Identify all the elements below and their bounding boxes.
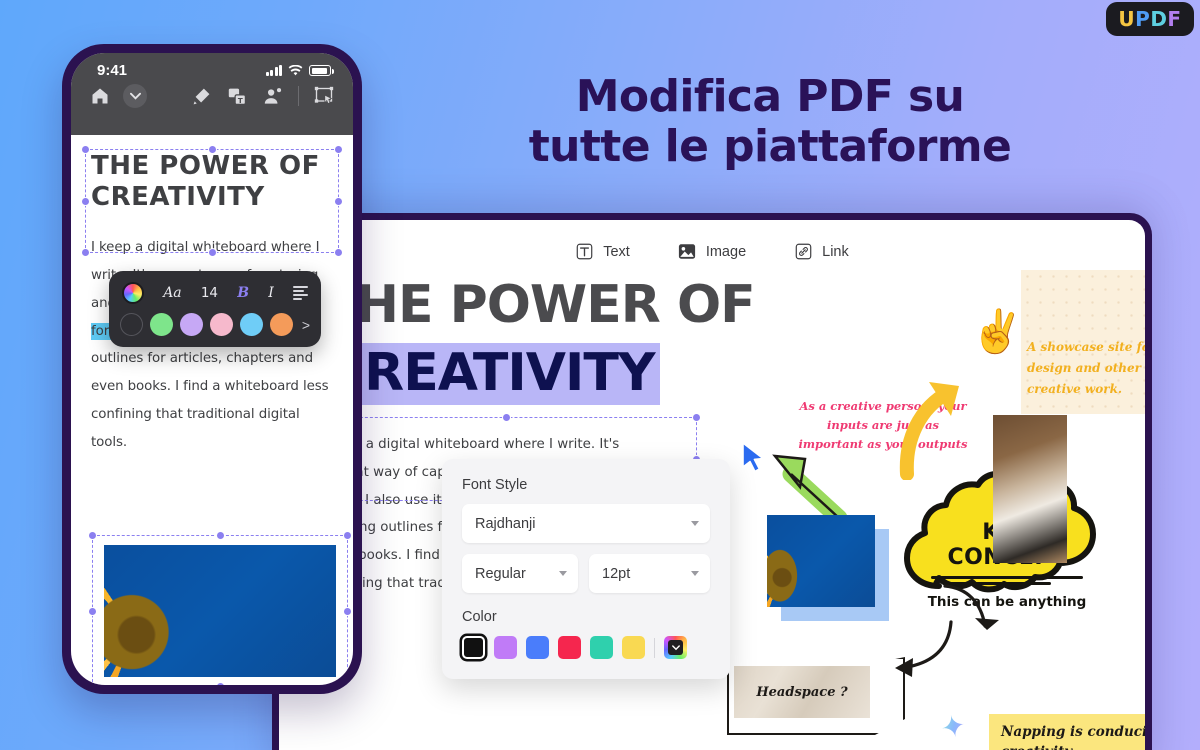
chevron-down-icon [559,571,567,576]
italic-button[interactable]: I [268,285,274,301]
tool-image-label: Image [705,243,747,260]
tool-text[interactable]: Text [575,242,630,261]
napping-note-text: Napping is conducive to creativity [1001,724,1145,750]
font-size-value: 12pt [602,565,631,582]
underline-1 [931,576,1083,579]
peace-hand-icon: ✌ [968,304,1027,359]
headline-line-1: Modifica PDF su [575,71,965,122]
color-label: Color [462,609,497,625]
more-swatches-button[interactable]: > [302,317,310,333]
page-title: Modifica PDF su tutte le piattaforme [420,71,1120,173]
swatch-current[interactable] [120,313,143,336]
sunflower-photo [767,515,875,607]
sunflower-photo [104,545,336,677]
phone-doc-title[interactable]: THE POWER OF CREATIVITY [91,151,333,212]
wifi-icon [288,64,303,75]
color-wheel-icon[interactable] [122,282,144,304]
font-style-panel-title: Font Style [462,477,528,493]
chevron-down-icon [691,521,699,526]
tool-image[interactable]: Image [678,242,746,261]
chevron-down-icon[interactable] [123,84,147,108]
color-swatch-teal[interactable] [590,636,613,659]
phone-doc-title-line1: THE POWER OF [91,151,320,181]
updf-logo: U P D F [1106,2,1194,36]
desk-photo [993,415,1067,563]
text-tool-icon [575,242,594,261]
person-add-icon[interactable] [260,83,286,109]
status-time: 9:41 [97,62,128,79]
toolbar-divider [298,86,299,106]
phone-mockup: 9:41 T THE POWER OF CREATIVITY I keep a … [62,44,362,694]
image-tool-icon [678,242,697,261]
swatch-orange[interactable] [269,313,293,336]
font-weight-value: Regular [475,565,526,582]
phone-top-bar: 9:41 T [71,53,353,135]
rainbow-color-picker-icon[interactable] [664,636,687,659]
logo-letter-u: U [1118,7,1136,31]
font-weight-size-row: Regular 12pt [462,554,710,593]
format-toolbar-swatches: > [120,313,310,336]
font-size-value[interactable]: 14 [201,285,218,301]
color-swatch-yellow[interactable] [622,636,645,659]
swatch-pink[interactable] [209,313,233,336]
color-swatch-red[interactable] [558,636,581,659]
pen-edit-icon[interactable] [188,83,214,109]
sparkle-star-icon: ✦ [937,708,970,747]
font-family-value: Rajdhanji [475,515,536,532]
desktop-toolbar: Text Image Link [279,220,1145,273]
format-toolbar-row-1: Aa 14 B I [120,280,310,313]
image-text-icon[interactable]: T [224,83,250,109]
chevron-down-icon [691,571,699,576]
phone-doc-title-line2: CREATIVITY [91,181,265,212]
color-swatch-black[interactable] [462,636,485,659]
phone-screen: 9:41 T THE POWER OF CREATIVITY I keep a … [71,53,353,685]
battery-icon [309,65,334,76]
font-family-select[interactable]: Rajdhanji [462,504,710,543]
headline-line-2: tutte le piattaforme [528,121,1012,173]
svg-text:T: T [237,95,242,104]
color-swatch-blue[interactable] [526,636,549,659]
tool-link-label: Link [822,243,849,260]
arrow-curve-right-icon [943,584,999,630]
color-swatch-row [462,636,710,659]
napping-sticky-note: Napping is conducive to creativity [989,714,1145,750]
desktop-doc-title-line2[interactable]: CREATIVITY [321,343,661,405]
mouse-pointer-icon [741,442,767,479]
font-size-select[interactable]: 12pt [589,554,710,593]
headspace-text: Headspace ? [756,684,848,700]
swatch-green[interactable] [149,313,173,336]
logo-letter-d: D [1150,7,1168,31]
phone-image-object[interactable] [88,531,352,685]
swatch-blue[interactable] [239,313,263,336]
desktop-screen: Text Image Link THE POWER OF CREATIVITY [279,220,1145,750]
font-face-button[interactable]: Aa [163,285,181,301]
font-weight-select[interactable]: Regular [462,554,578,593]
sunflower-photo-2-object [767,515,889,621]
showcase-note-text: A showcase site for design and other cre… [1027,340,1145,396]
align-left-icon[interactable] [292,286,308,300]
font-style-panel: Font Style Rajdhanji Regular 12pt Color [442,459,730,679]
select-object-icon[interactable] [311,83,337,109]
logo-letter-p: P [1135,7,1151,31]
desktop-mockup: Text Image Link THE POWER OF CREATIVITY [272,213,1152,750]
color-swatch-purple[interactable] [494,636,517,659]
swatch-divider [654,637,655,658]
bold-button[interactable]: B [237,285,249,301]
cellular-bars-icon [265,65,282,76]
link-tool-icon [794,242,813,261]
tool-link[interactable]: Link [794,242,849,261]
tool-text-label: Text [603,243,630,260]
arrow-up-right-yellow-icon [899,382,959,480]
logo-letter-f: F [1167,7,1182,31]
headspace-card: Headspace ? [731,663,873,721]
status-icons [265,64,334,77]
swatch-purple[interactable] [179,313,203,336]
phone-status-bar: 9:41 [71,53,353,79]
phone-format-toolbar[interactable]: Aa 14 B I > [109,271,321,347]
phone-toolbar: T [71,79,353,109]
home-icon[interactable] [87,83,113,109]
